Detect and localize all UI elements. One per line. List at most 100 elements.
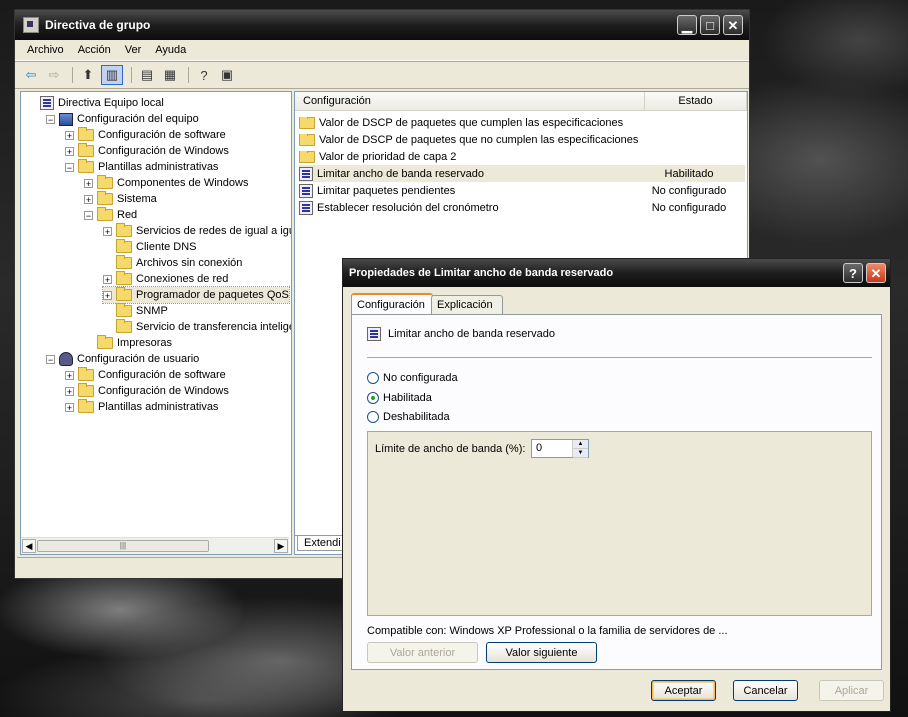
- bandwidth-value[interactable]: 0: [536, 442, 542, 454]
- tree-horizontal-scrollbar[interactable]: ◀ ||| ▶: [21, 537, 289, 554]
- expand-icon[interactable]: +: [103, 226, 112, 236]
- radio-button-icon[interactable]: [367, 372, 379, 384]
- cancel-button[interactable]: Cancelar: [733, 680, 798, 701]
- show-tree-icon[interactable]: ▥: [101, 65, 123, 85]
- tree-node[interactable]: + Programador de paquetes QoS: [102, 286, 290, 304]
- list-item[interactable]: Valor de prioridad de capa 2: [299, 148, 745, 165]
- console-icon[interactable]: ▣: [217, 66, 237, 84]
- tree-node[interactable]: − Red: [84, 207, 137, 223]
- tab-extendido[interactable]: Extendi: [297, 536, 348, 551]
- folder-icon: [78, 399, 94, 413]
- radio-button-icon[interactable]: [367, 392, 379, 404]
- previous-setting-button[interactable]: Valor anterior: [367, 642, 478, 663]
- list-item[interactable]: Valor de DSCP de paquetes que cumplen la…: [299, 114, 745, 131]
- expand-icon[interactable]: +: [103, 274, 112, 284]
- forward-arrow-icon[interactable]: ⇨: [44, 66, 64, 84]
- collapse-icon[interactable]: −: [84, 210, 93, 220]
- menu-archivo[interactable]: Archivo: [21, 42, 70, 58]
- list-item-state: No configurado: [651, 184, 727, 197]
- configuracion-panel: Limitar ancho de banda reservado No conf…: [351, 314, 882, 670]
- scroll-right-icon[interactable]: ▶: [274, 539, 288, 553]
- apply-button[interactable]: Aplicar: [819, 680, 884, 701]
- tree-node[interactable]: − Plantillas administrativas: [65, 159, 218, 175]
- maximize-button[interactable]: □: [700, 15, 720, 35]
- scroll-left-icon[interactable]: ◀: [22, 539, 36, 553]
- divider: [367, 357, 872, 358]
- tree-node[interactable]: Directiva Equipo local: [27, 95, 164, 111]
- tree-node[interactable]: Servicio de transferencia inteligente: [103, 319, 291, 335]
- policy-tree[interactable]: ◀ ||| ▶ Directiva Equipo local − Configura…: [20, 91, 292, 555]
- minimize-button[interactable]: ▁: [677, 15, 697, 35]
- expand-icon[interactable]: +: [65, 146, 74, 156]
- bandwidth-stepper[interactable]: 0 ▲ ▼: [531, 439, 589, 458]
- spin-up-icon[interactable]: ▲: [573, 440, 588, 449]
- column-estado[interactable]: Estado: [645, 92, 747, 110]
- tree-node[interactable]: − Configuración de usuario: [46, 351, 199, 367]
- back-arrow-icon[interactable]: ⇦: [21, 66, 41, 84]
- collapse-icon[interactable]: −: [46, 354, 55, 364]
- radio-no-configurada[interactable]: No configurada: [367, 372, 458, 384]
- tree-node-label: Configuración del equipo: [77, 113, 199, 125]
- folder-icon: [78, 383, 94, 397]
- list-item[interactable]: Establecer resolución del cronómetro No c…: [299, 199, 745, 216]
- tree-node[interactable]: + Conexiones de red: [103, 271, 228, 287]
- spin-down-icon[interactable]: ▼: [573, 449, 588, 458]
- tree-node-label: Componentes de Windows: [117, 177, 249, 189]
- expand-icon[interactable]: +: [84, 194, 93, 204]
- expand-icon[interactable]: +: [103, 290, 112, 300]
- radio-button-icon[interactable]: [367, 411, 379, 423]
- next-setting-button[interactable]: Valor siguiente: [486, 642, 597, 663]
- tab-explicacion[interactable]: Explicación: [431, 295, 503, 315]
- tree-node[interactable]: + Configuración de software: [65, 127, 226, 143]
- tree-node[interactable]: + Configuración de Windows: [65, 143, 229, 159]
- menu-ayuda[interactable]: Ayuda: [149, 42, 192, 58]
- expand-icon[interactable]: +: [84, 178, 93, 188]
- tree-node[interactable]: Cliente DNS: [103, 239, 197, 255]
- menu-ver[interactable]: Ver: [119, 42, 148, 58]
- main-titlebar[interactable]: Directiva de grupo ▁ □ ✕: [15, 10, 749, 40]
- expand-icon[interactable]: +: [65, 386, 74, 396]
- tree-node[interactable]: Impresoras: [84, 335, 172, 351]
- tree-node[interactable]: − Configuración del equipo: [46, 111, 199, 127]
- radio-habilitada[interactable]: Habilitada: [367, 392, 432, 404]
- tree-node[interactable]: + Servicios de redes de igual a igual c: [103, 223, 291, 239]
- collapse-icon[interactable]: −: [46, 114, 55, 124]
- tree-node[interactable]: + Plantillas administrativas: [65, 399, 218, 415]
- list-item[interactable]: Limitar paquetes pendientes No configurad…: [299, 182, 745, 199]
- tree-node[interactable]: SNMP: [103, 303, 168, 319]
- tree-node[interactable]: + Componentes de Windows: [84, 175, 248, 191]
- expand-icon[interactable]: +: [65, 402, 74, 412]
- policy-icon: [299, 183, 313, 198]
- folder-icon: [78, 367, 94, 381]
- export-list-icon[interactable]: ▦: [160, 66, 180, 84]
- folder-icon: [97, 207, 113, 221]
- tree-node[interactable]: + Configuración de Windows: [65, 383, 229, 399]
- tree-node-label: Red: [117, 209, 138, 221]
- tree-node-label: Programador de paquetes QoS: [136, 289, 289, 301]
- help-icon[interactable]: ?: [194, 66, 214, 84]
- expand-icon[interactable]: +: [65, 370, 74, 380]
- list-item-name: Valor de DSCP de paquetes que no cumplen…: [319, 133, 639, 146]
- tree-node[interactable]: + Sistema: [84, 191, 157, 207]
- options-area: Límite de ancho de banda (%): 0 ▲ ▼: [367, 431, 872, 616]
- up-folder-icon[interactable]: ⬆: [78, 66, 98, 84]
- tree-node-label: Sistema: [117, 193, 157, 205]
- list-item[interactable]: Limitar ancho de banda reservado Habilita…: [299, 165, 745, 182]
- expand-icon[interactable]: +: [65, 130, 74, 140]
- tree-node[interactable]: Archivos sin conexión: [103, 255, 242, 271]
- menu-accion[interactable]: Acción: [72, 42, 117, 58]
- collapse-icon[interactable]: −: [65, 162, 74, 172]
- folder-icon: [116, 271, 132, 285]
- ok-button[interactable]: Aceptar: [651, 680, 716, 701]
- dialog-close-button[interactable]: ✕: [866, 263, 886, 283]
- properties-icon[interactable]: ▤: [137, 66, 157, 84]
- dialog-help-button[interactable]: ?: [843, 263, 863, 283]
- tree-node[interactable]: + Configuración de software: [65, 367, 226, 383]
- list-item[interactable]: Valor de DSCP de paquetes que no cumplen…: [299, 131, 745, 148]
- close-button[interactable]: ✕: [723, 15, 743, 35]
- scroll-thumb[interactable]: |||: [37, 540, 209, 552]
- dialog-titlebar[interactable]: Propiedades de Limitar ancho de banda re…: [343, 259, 890, 287]
- column-configuracion[interactable]: Configuración: [295, 92, 645, 110]
- radio-deshabilitada[interactable]: Deshabilitada: [367, 411, 450, 423]
- tree-node-label: Directiva Equipo local: [58, 97, 164, 109]
